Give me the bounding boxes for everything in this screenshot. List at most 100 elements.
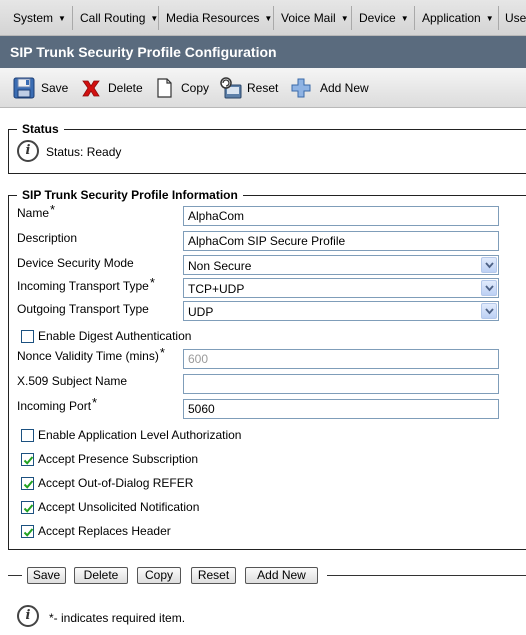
copy-button[interactable]: Copy — [153, 76, 209, 100]
menu-device-label: Device — [359, 11, 396, 25]
menu-system-label: System — [13, 11, 54, 25]
chevron-down-icon: ▼ — [485, 14, 494, 23]
unsolicited-checkbox-row[interactable]: Accept Unsolicited Notification — [21, 499, 199, 515]
menu-divider — [498, 6, 499, 30]
name-label: Name* — [17, 202, 56, 220]
top-menu-bar: System ▼ Call Routing ▼ Media Resources ▼ V… — [0, 0, 526, 36]
bottom-copy-button[interactable]: Copy — [137, 567, 181, 584]
info-icon: i — [17, 140, 39, 162]
delete-label: Delete — [108, 81, 143, 95]
reset-icon — [219, 77, 242, 99]
unsolicited-label: Accept Unsolicited Notification — [38, 500, 200, 514]
app-level-auth-label: Enable Application Level Authorization — [38, 428, 242, 442]
menu-user[interactable]: User — [505, 11, 526, 25]
info-icon: i — [17, 605, 39, 627]
incoming-port-label-text: Incoming Port — [17, 399, 92, 413]
menu-divider — [351, 6, 352, 30]
checkmark-icon — [23, 455, 34, 465]
chevron-down-icon[interactable] — [481, 280, 497, 296]
incoming-transport-select[interactable]: TCP+UDP — [183, 278, 499, 298]
device-security-mode-value: Non Secure — [188, 259, 252, 273]
copy-label: Copy — [181, 81, 210, 95]
description-label: Description — [17, 231, 78, 245]
page-title: SIP Trunk Security Profile Configuration — [10, 44, 277, 60]
divider — [327, 575, 526, 576]
incoming-transport-label-text: Incoming Transport Type — [17, 279, 149, 293]
x509-subject-input[interactable] — [183, 374, 499, 394]
presence-checkbox[interactable] — [21, 452, 34, 466]
replaces-checkbox-row[interactable]: Accept Replaces Header — [21, 523, 171, 539]
chevron-down-icon: ▼ — [58, 14, 66, 23]
menu-divider — [72, 6, 73, 30]
save-button[interactable]: Save — [13, 76, 68, 100]
checkmark-icon — [23, 527, 34, 537]
reset-label: Reset — [247, 81, 279, 95]
chevron-down-icon[interactable] — [481, 257, 497, 273]
nonce-validity-input[interactable] — [183, 349, 499, 369]
outgoing-transport-label: Outgoing Transport Type — [17, 302, 149, 316]
save-icon — [13, 77, 35, 99]
bottom-delete-button[interactable]: Delete — [74, 567, 128, 584]
checkmark-icon — [23, 479, 34, 489]
menu-divider — [414, 6, 415, 30]
x509-label: X.509 Subject Name — [17, 374, 128, 388]
status-legend: Status — [17, 122, 64, 136]
required-mark: * — [92, 395, 98, 410]
menu-divider — [158, 6, 159, 30]
info-legend: SIP Trunk Security Profile Information — [17, 188, 243, 202]
digest-auth-checkbox[interactable] — [21, 329, 34, 343]
bottom-reset-button[interactable]: Reset — [191, 567, 236, 584]
menu-media-resources-label: Media Resources — [166, 11, 260, 25]
replaces-checkbox[interactable] — [21, 524, 34, 538]
chevron-down-icon: ▼ — [340, 14, 349, 23]
bottom-save-button[interactable]: Save — [27, 567, 66, 584]
nonce-label-text: Nonce Validity Time (mins) — [17, 349, 159, 363]
required-mark: * — [149, 275, 155, 290]
status-text: Status: Ready — [46, 145, 122, 159]
chevron-down-icon: ▼ — [264, 14, 273, 23]
presence-checkbox-row[interactable]: Accept Presence Subscription — [21, 451, 198, 467]
menu-application[interactable]: Application ▼ — [422, 11, 494, 25]
outgoing-transport-select[interactable]: UDP — [183, 301, 499, 321]
ood-refer-checkbox[interactable] — [21, 476, 34, 490]
device-security-mode-label: Device Security Mode — [17, 256, 134, 270]
ood-refer-label: Accept Out-of-Dialog REFER — [38, 476, 194, 490]
ood-refer-checkbox-row[interactable]: Accept Out-of-Dialog REFER — [21, 475, 193, 491]
bottom-add-new-button[interactable]: Add New — [245, 567, 318, 584]
description-input[interactable] — [183, 231, 499, 251]
required-note: *- indicates required item. — [49, 611, 186, 625]
incoming-transport-label: Incoming Transport Type* — [17, 275, 155, 293]
digest-auth-checkbox-row[interactable]: Enable Digest Authentication — [21, 328, 191, 344]
add-new-label: Add New — [320, 81, 369, 95]
reset-button[interactable]: Reset — [219, 76, 278, 100]
chevron-down-icon[interactable] — [481, 303, 497, 319]
menu-call-routing[interactable]: Call Routing ▼ — [80, 11, 158, 25]
incoming-port-input[interactable] — [183, 399, 499, 419]
app-level-auth-checkbox-row[interactable]: Enable Application Level Authorization — [21, 427, 241, 443]
menu-system[interactable]: System ▼ — [13, 11, 66, 25]
menu-media-resources[interactable]: Media Resources ▼ — [166, 11, 272, 25]
copy-document-icon — [153, 77, 175, 99]
add-plus-icon — [290, 77, 312, 99]
device-security-mode-select[interactable]: Non Secure — [183, 255, 499, 275]
outgoing-transport-value: UDP — [188, 305, 214, 319]
menu-divider — [273, 6, 274, 30]
menu-voice-mail-label: Voice Mail — [281, 11, 336, 25]
delete-button[interactable]: Delete — [80, 76, 143, 100]
add-new-button[interactable]: Add New — [290, 76, 369, 100]
menu-application-label: Application — [422, 11, 481, 25]
menu-user-label: User — [505, 11, 526, 25]
toolbar: Save Delete Copy Reset Add New — [0, 68, 526, 108]
name-label-text: Name — [17, 206, 50, 220]
delete-x-icon — [80, 77, 102, 99]
replaces-label: Accept Replaces Header — [38, 524, 171, 538]
app-level-auth-checkbox[interactable] — [21, 428, 34, 442]
incoming-transport-value: TCP+UDP — [188, 282, 245, 296]
name-input[interactable] — [183, 206, 499, 226]
menu-voice-mail[interactable]: Voice Mail ▼ — [281, 11, 349, 25]
unsolicited-checkbox[interactable] — [21, 500, 34, 514]
page-title-bar: SIP Trunk Security Profile Configuration — [0, 36, 526, 68]
menu-device[interactable]: Device ▼ — [359, 11, 409, 25]
required-mark: * — [50, 202, 56, 217]
incoming-port-label: Incoming Port* — [17, 395, 98, 413]
